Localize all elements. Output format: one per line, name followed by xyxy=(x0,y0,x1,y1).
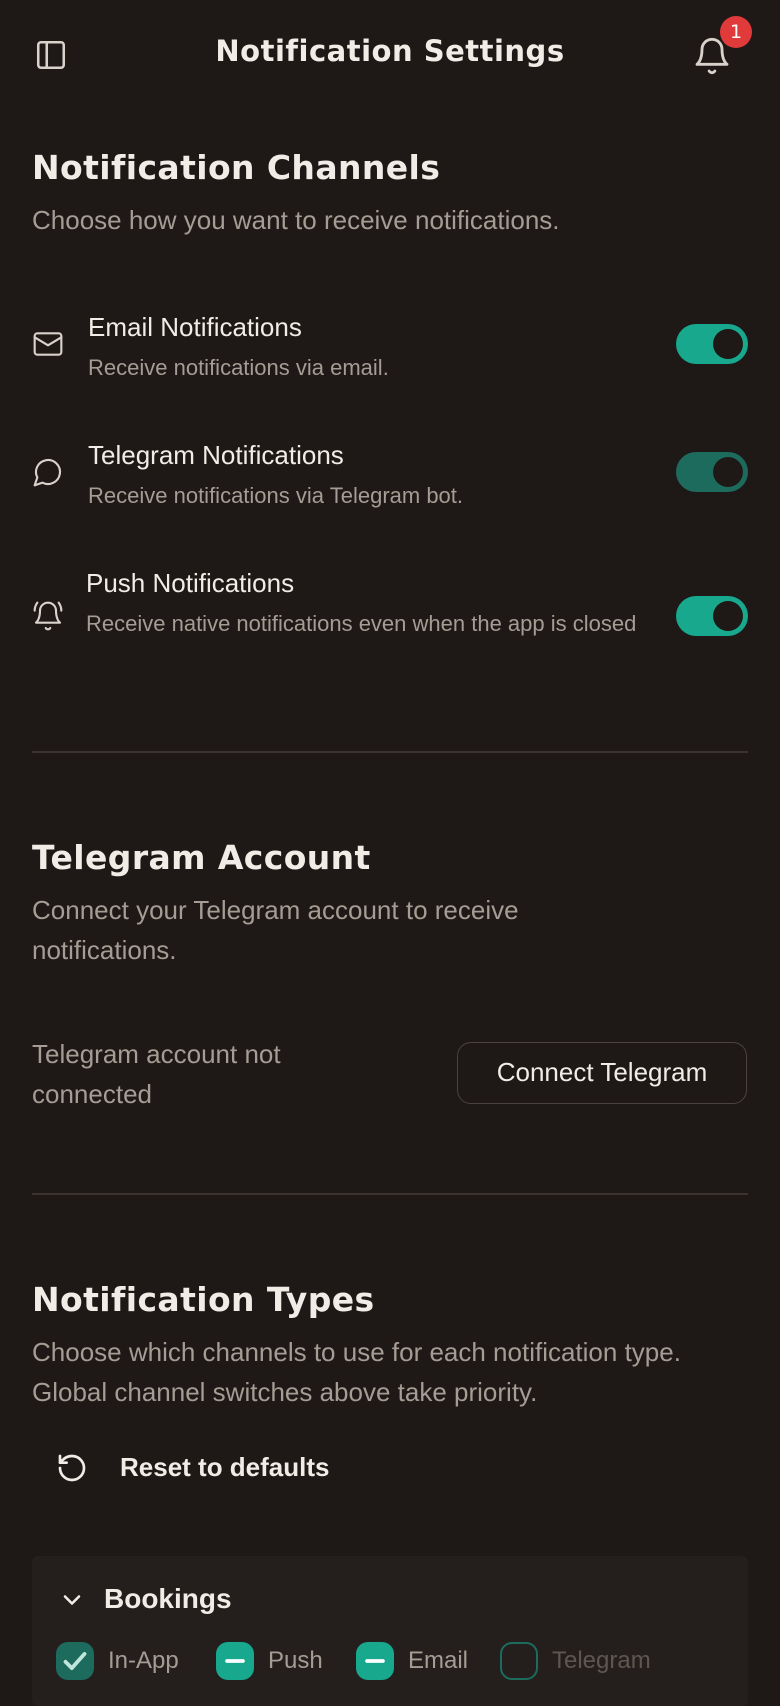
reset-icon[interactable] xyxy=(56,1452,88,1484)
notification-count-badge: 1 xyxy=(720,16,752,48)
telegram-notifications-title: Telegram Notifications xyxy=(88,440,344,470)
email-notifications-toggle[interactable] xyxy=(676,324,748,364)
email-checkbox[interactable] xyxy=(356,1642,394,1680)
push-notifications-title: Push Notifications xyxy=(86,568,295,598)
channels-section-description: Choose how you want to receive notificat… xyxy=(32,205,560,235)
notification-types-description: Choose which channels to use for each no… xyxy=(32,1337,681,1407)
chevron-down-icon[interactable] xyxy=(58,1586,86,1614)
email-notifications-subtitle: Receive notifications via email. xyxy=(88,355,389,380)
page-title: Notification Settings xyxy=(215,34,565,68)
push-label: Push xyxy=(268,1647,323,1674)
section-divider xyxy=(32,751,748,753)
push-notifications-toggle[interactable] xyxy=(676,596,748,636)
telegram-notifications-subtitle: Receive notifications via Telegram bot. xyxy=(88,483,464,508)
connect-telegram-button[interactable]: Connect Telegram xyxy=(457,1042,747,1104)
reset-to-defaults-button[interactable]: Reset to defaults xyxy=(120,1452,330,1483)
telegram-connection-status: Telegram account not connected xyxy=(32,1039,281,1109)
mail-icon xyxy=(32,328,64,360)
telegram-account-description: Connect your Telegram account to receive… xyxy=(32,895,519,965)
email-label: Email xyxy=(408,1647,469,1674)
telegram-notifications-toggle[interactable] xyxy=(676,452,748,492)
in-app-checkbox[interactable] xyxy=(56,1642,94,1680)
section-divider xyxy=(32,1193,748,1195)
channels-section-title: Notification Channels xyxy=(32,148,441,187)
bookings-group-title[interactable]: Bookings xyxy=(104,1583,232,1615)
bell-ring-icon xyxy=(32,600,64,632)
telegram-label: Telegram xyxy=(552,1647,651,1674)
push-checkbox[interactable] xyxy=(216,1642,254,1680)
in-app-label: In-App xyxy=(108,1647,179,1674)
telegram-checkbox[interactable] xyxy=(500,1642,538,1680)
notification-type-card xyxy=(32,1556,748,1706)
push-notifications-subtitle: Receive native notifications even when t… xyxy=(86,611,637,636)
email-notifications-title: Email Notifications xyxy=(88,312,302,342)
telegram-account-title: Telegram Account xyxy=(32,838,371,877)
notification-types-title: Notification Types xyxy=(32,1280,375,1319)
chat-bubble-icon xyxy=(32,456,64,488)
